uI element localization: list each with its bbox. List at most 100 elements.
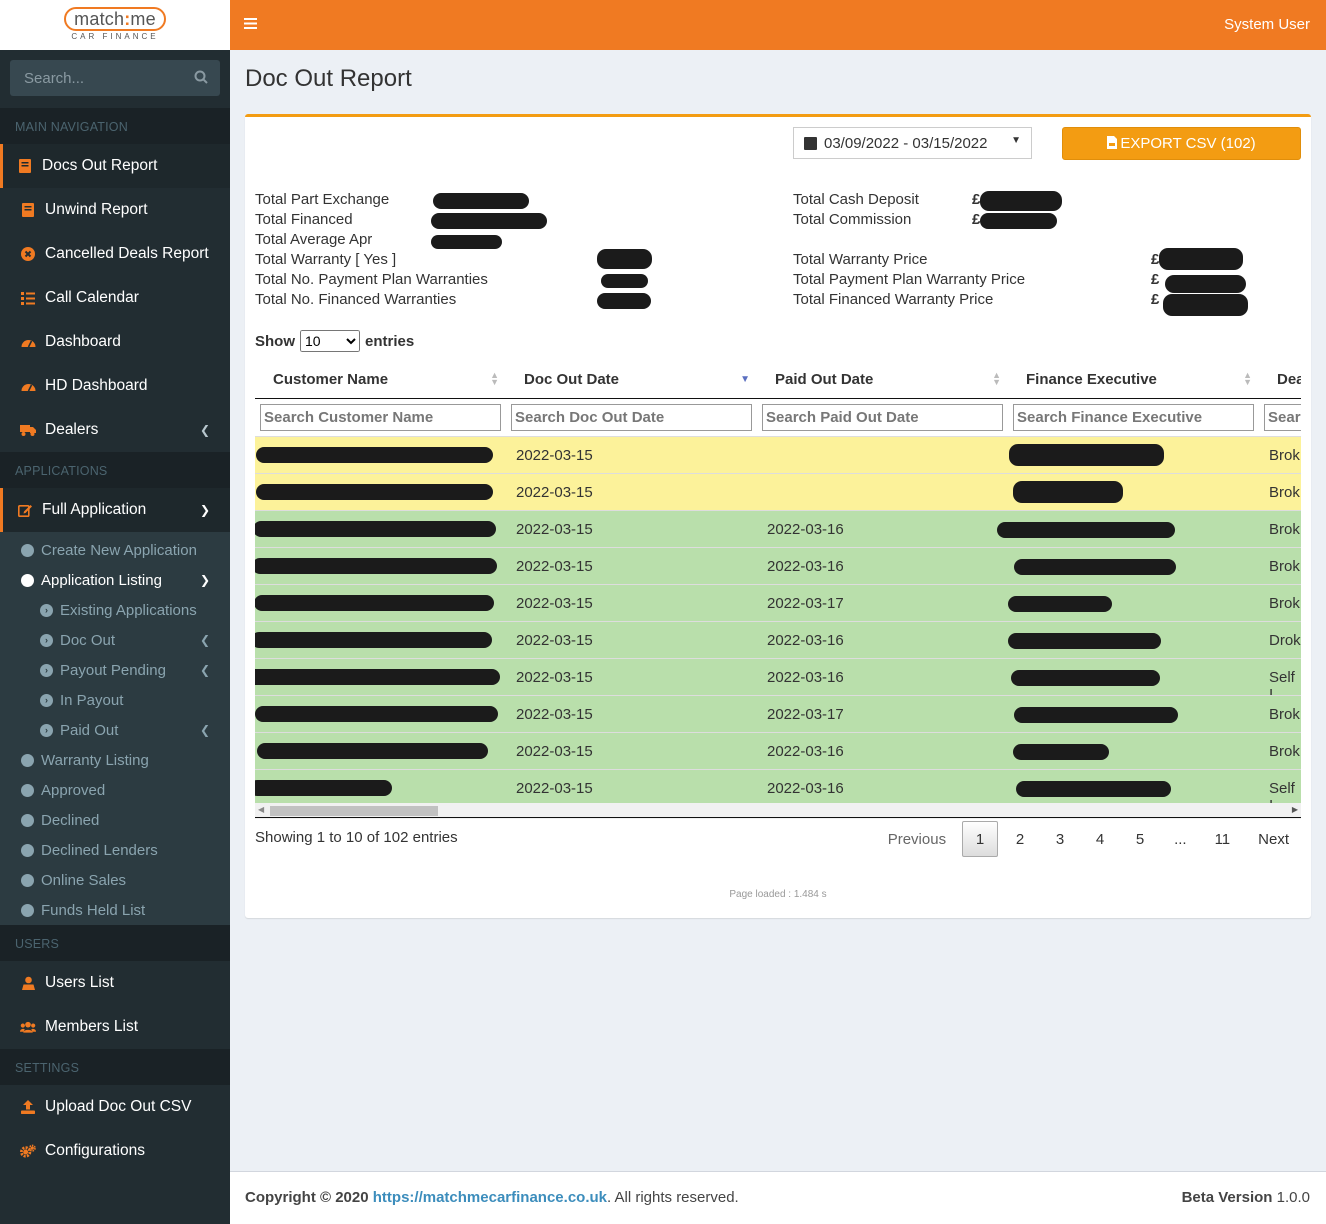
- scroll-right-arrow-icon[interactable]: ▶: [1292, 805, 1298, 814]
- column-header-label: Finance Executive: [1026, 371, 1157, 388]
- sidebar-item-docs-out-report[interactable]: Docs Out Report: [0, 144, 230, 188]
- submenu-label: Approved: [41, 781, 106, 799]
- redacted-finance-executive: [1013, 744, 1109, 760]
- redacted-value: [431, 235, 502, 249]
- circle-icon: [21, 903, 34, 917]
- circle-icon: [21, 783, 34, 797]
- column-header-finance-executive[interactable]: Finance Executive ▲ ▼: [1008, 360, 1253, 398]
- chevron-circle-right-icon: ›: [40, 633, 53, 647]
- submenu-online-sales[interactable]: Online Sales: [0, 865, 230, 895]
- submenu-approved[interactable]: Approved: [0, 775, 230, 805]
- scroll-left-arrow-icon[interactable]: ◀: [258, 805, 264, 814]
- redacted-customer-name: [255, 521, 496, 537]
- page-length-control: Show 10 entries: [255, 330, 414, 352]
- circle-icon: [21, 573, 34, 587]
- sidebar-item-unwind-report[interactable]: Unwind Report: [0, 188, 230, 232]
- chevron-left-icon: ❮: [199, 633, 210, 647]
- pagination-page[interactable]: 11: [1203, 821, 1243, 857]
- sidebar-search-input[interactable]: [24, 69, 174, 87]
- pagination-next[interactable]: Next: [1246, 821, 1301, 857]
- submenu-create-new-application[interactable]: Create New Application: [0, 535, 230, 565]
- pagination-page[interactable]: 5: [1122, 821, 1158, 857]
- column-header-dealer[interactable]: Dea: [1259, 360, 1301, 398]
- export-csv-button[interactable]: EXPORT CSV (102): [1062, 127, 1301, 160]
- column-header-paid-out-date[interactable]: Paid Out Date ▲ ▼: [757, 360, 1002, 398]
- user-menu[interactable]: System User: [1224, 16, 1310, 33]
- column-header-doc-out-date[interactable]: Doc Out Date ▼: [506, 360, 751, 398]
- submenu-label: Funds Held List: [41, 901, 146, 919]
- logo-wordmark: match: me: [64, 7, 166, 31]
- pagination-page[interactable]: 4: [1082, 821, 1118, 857]
- redacted-finance-executive: [1008, 596, 1112, 612]
- sidebar-item-label: Unwind Report: [45, 201, 148, 218]
- site-link[interactable]: https://matchmecarfinance.co.uk: [373, 1189, 607, 1206]
- sidebar-item-label: Upload Doc Out CSV: [45, 1098, 192, 1115]
- sidebar-item-full-application[interactable]: Full Application ❯: [0, 488, 230, 532]
- logo[interactable]: match: me CAR FINANCE: [63, 7, 167, 43]
- date-range-picker[interactable]: 03/09/2022 - 03/15/2022 ▼: [793, 127, 1032, 159]
- sidebar-item-members-list[interactable]: Members List: [0, 1005, 230, 1049]
- submenu-payout-pending[interactable]: › Payout Pending ❮: [0, 655, 230, 685]
- redacted-finance-executive: [1014, 559, 1176, 575]
- sidebar-item-hd-dashboard[interactable]: HD Dashboard: [0, 364, 230, 408]
- submenu-warranty-listing[interactable]: Warranty Listing: [0, 745, 230, 775]
- submenu-existing-applications[interactable]: › Existing Applications: [0, 595, 230, 625]
- header-divider: [255, 398, 1301, 399]
- table-row[interactable]: 2022-03-15 2022-03-16 Drok: [255, 621, 1301, 658]
- pagination-previous[interactable]: Previous: [876, 821, 958, 857]
- table-row[interactable]: 2022-03-152022-03-16Self I: [255, 658, 1301, 703]
- redacted-customer-name: [255, 595, 494, 611]
- table-row[interactable]: 2022-03-15 2022-03-16 Brok: [255, 547, 1301, 584]
- filter-paid-out-date[interactable]: [762, 404, 1003, 431]
- submenu-application-listing[interactable]: Application Listing ❯: [0, 565, 230, 595]
- sidebar-item-configurations[interactable]: Configurations: [0, 1129, 230, 1173]
- bars-icon[interactable]: [244, 14, 258, 35]
- sidebar-item-dealers[interactable]: Dealers ❮: [0, 408, 230, 452]
- cell-dealer: Brok: [1269, 743, 1300, 760]
- cell-doc-out-date: 2022-03-15: [516, 558, 593, 575]
- table-row[interactable]: 2022-03-15 2022-03-17 Brok: [255, 695, 1301, 732]
- pagination-page[interactable]: 2: [1002, 821, 1038, 857]
- submenu-paid-out[interactable]: › Paid Out ❮: [0, 715, 230, 745]
- filter-finance-executive[interactable]: [1013, 404, 1254, 431]
- scrollbar-thumb[interactable]: [270, 806, 438, 816]
- redacted-finance-executive: [1008, 633, 1161, 649]
- filter-dealer[interactable]: [1264, 404, 1301, 431]
- submenu-doc-out[interactable]: › Doc Out ❮: [0, 625, 230, 655]
- table-row[interactable]: 2022-03-15 2022-03-16 Brok: [255, 510, 1301, 547]
- circle-icon: [21, 813, 34, 827]
- sidebar-item-upload-doc-out-csv[interactable]: Upload Doc Out CSV: [0, 1085, 230, 1129]
- sidebar-item-label: Cancelled Deals Report: [45, 245, 209, 262]
- table-row[interactable]: 2022-03-15 Brok: [255, 436, 1301, 473]
- cell-paid-out-date: 2022-03-16: [767, 558, 844, 575]
- filter-customer-name[interactable]: [260, 404, 501, 431]
- page-length-select[interactable]: 10: [300, 330, 360, 352]
- chevron-circle-right-icon: ›: [40, 663, 53, 677]
- pagination-page[interactable]: 3: [1042, 821, 1078, 857]
- submenu-label: Declined Lenders: [41, 841, 158, 859]
- table-row[interactable]: 2022-03-15 2022-03-16 Brok: [255, 732, 1301, 769]
- redacted-customer-name: [255, 780, 392, 796]
- search-icon[interactable]: [194, 70, 208, 87]
- sidebar-item-cancelled-deals-report[interactable]: Cancelled Deals Report: [0, 232, 230, 276]
- submenu-label: Payout Pending: [60, 661, 166, 679]
- submenu-funds-held-list[interactable]: Funds Held List: [0, 895, 230, 925]
- redacted-value: [601, 274, 648, 288]
- submenu-declined-lenders[interactable]: Declined Lenders: [0, 835, 230, 865]
- currency-symbol: £: [1151, 291, 1160, 308]
- column-header-customer-name[interactable]: Customer Name ▲ ▼: [255, 360, 500, 398]
- sidebar-item-users-list[interactable]: Users List: [0, 961, 230, 1005]
- copyright-text: Copyright © 2020: [245, 1189, 369, 1206]
- sidebar-item-dashboard[interactable]: Dashboard: [0, 320, 230, 364]
- chevron-left-icon: ❮: [199, 723, 210, 737]
- submenu-in-payout[interactable]: › In Payout: [0, 685, 230, 715]
- submenu-declined[interactable]: Declined: [0, 805, 230, 835]
- cell-doc-out-date: 2022-03-15: [516, 595, 593, 612]
- table-row[interactable]: 2022-03-15 2022-03-17 Brok: [255, 584, 1301, 621]
- filter-doc-out-date[interactable]: [511, 404, 752, 431]
- cell-dealer: Brok: [1269, 558, 1300, 575]
- table-row[interactable]: 2022-03-15 Brok: [255, 473, 1301, 510]
- table-row[interactable]: 2022-03-152022-03-16Self I: [255, 769, 1301, 814]
- pagination-page-current[interactable]: 1: [962, 821, 999, 857]
- sidebar-item-call-calendar[interactable]: Call Calendar: [0, 276, 230, 320]
